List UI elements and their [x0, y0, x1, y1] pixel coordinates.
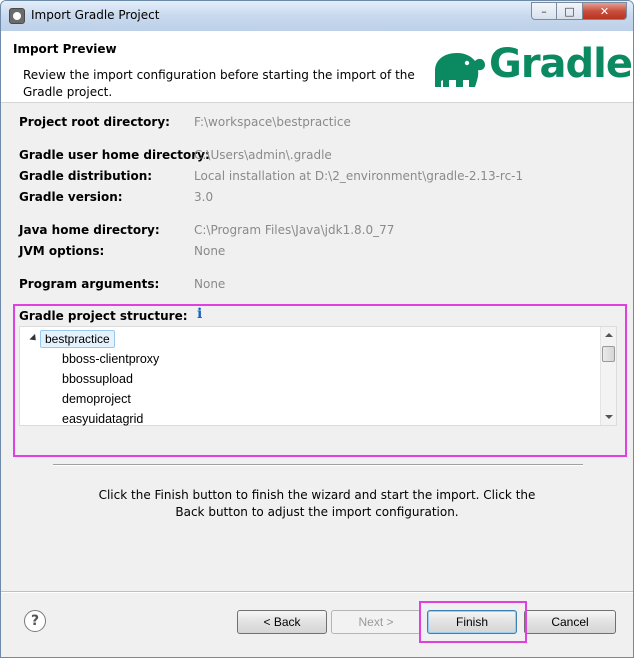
finish-instructions: Click the Finish button to finish the wi… — [98, 488, 536, 519]
project-root-value: F:\workspace\bestpractice — [194, 115, 351, 129]
structure-highlight-box — [13, 304, 627, 457]
user-home-label: Gradle user home directory: — [19, 148, 210, 162]
java-home-label: Java home directory: — [19, 223, 160, 237]
version-label: Gradle version: — [19, 190, 123, 204]
finish-highlight-box — [419, 601, 527, 643]
wizard-header: Import Preview Review the import configu… — [1, 31, 633, 103]
jvm-options-value: None — [194, 244, 226, 258]
jvm-options-label: JVM options: — [19, 244, 105, 258]
page-description: Review the import configuration before s… — [23, 68, 415, 99]
cancel-button[interactable]: Cancel — [524, 610, 616, 634]
import-gradle-window: Import Gradle Project – □ ✕ Import Previ… — [0, 0, 634, 658]
gradle-logo: Gradle — [429, 41, 633, 91]
window-title: Import Gradle Project — [31, 8, 160, 22]
back-button[interactable]: < Back — [237, 610, 327, 634]
version-value: 3.0 — [194, 190, 214, 204]
minimize-button[interactable]: – — [531, 2, 557, 20]
button-bar-separator — [1, 591, 633, 593]
distribution-value: Local installation at D:\2_environment\g… — [194, 169, 524, 183]
title-bar[interactable]: Import Gradle Project – □ ✕ — [1, 1, 633, 31]
maximize-button[interactable]: □ — [557, 2, 583, 20]
gradle-elephant-icon — [435, 53, 485, 87]
page-title: Import Preview — [13, 42, 117, 56]
distribution-label: Gradle distribution: — [19, 169, 153, 183]
eclipse-app-icon — [9, 8, 25, 24]
program-args-value: None — [194, 277, 226, 291]
help-icon[interactable]: ? — [24, 610, 46, 632]
program-args-label: Program arguments: — [19, 277, 160, 291]
separator — [53, 464, 583, 466]
java-home-value: C:\Program Files\Java\jdk1.8.0_77 — [194, 223, 395, 237]
user-home-value: C:\Users\admin\.gradle — [194, 148, 332, 162]
gradle-wordmark: Gradle — [489, 41, 633, 87]
close-button[interactable]: ✕ — [583, 2, 627, 20]
next-button[interactable]: Next > — [331, 610, 421, 634]
project-root-label: Project root directory: — [19, 115, 170, 129]
window-controls: – □ ✕ — [531, 2, 627, 20]
